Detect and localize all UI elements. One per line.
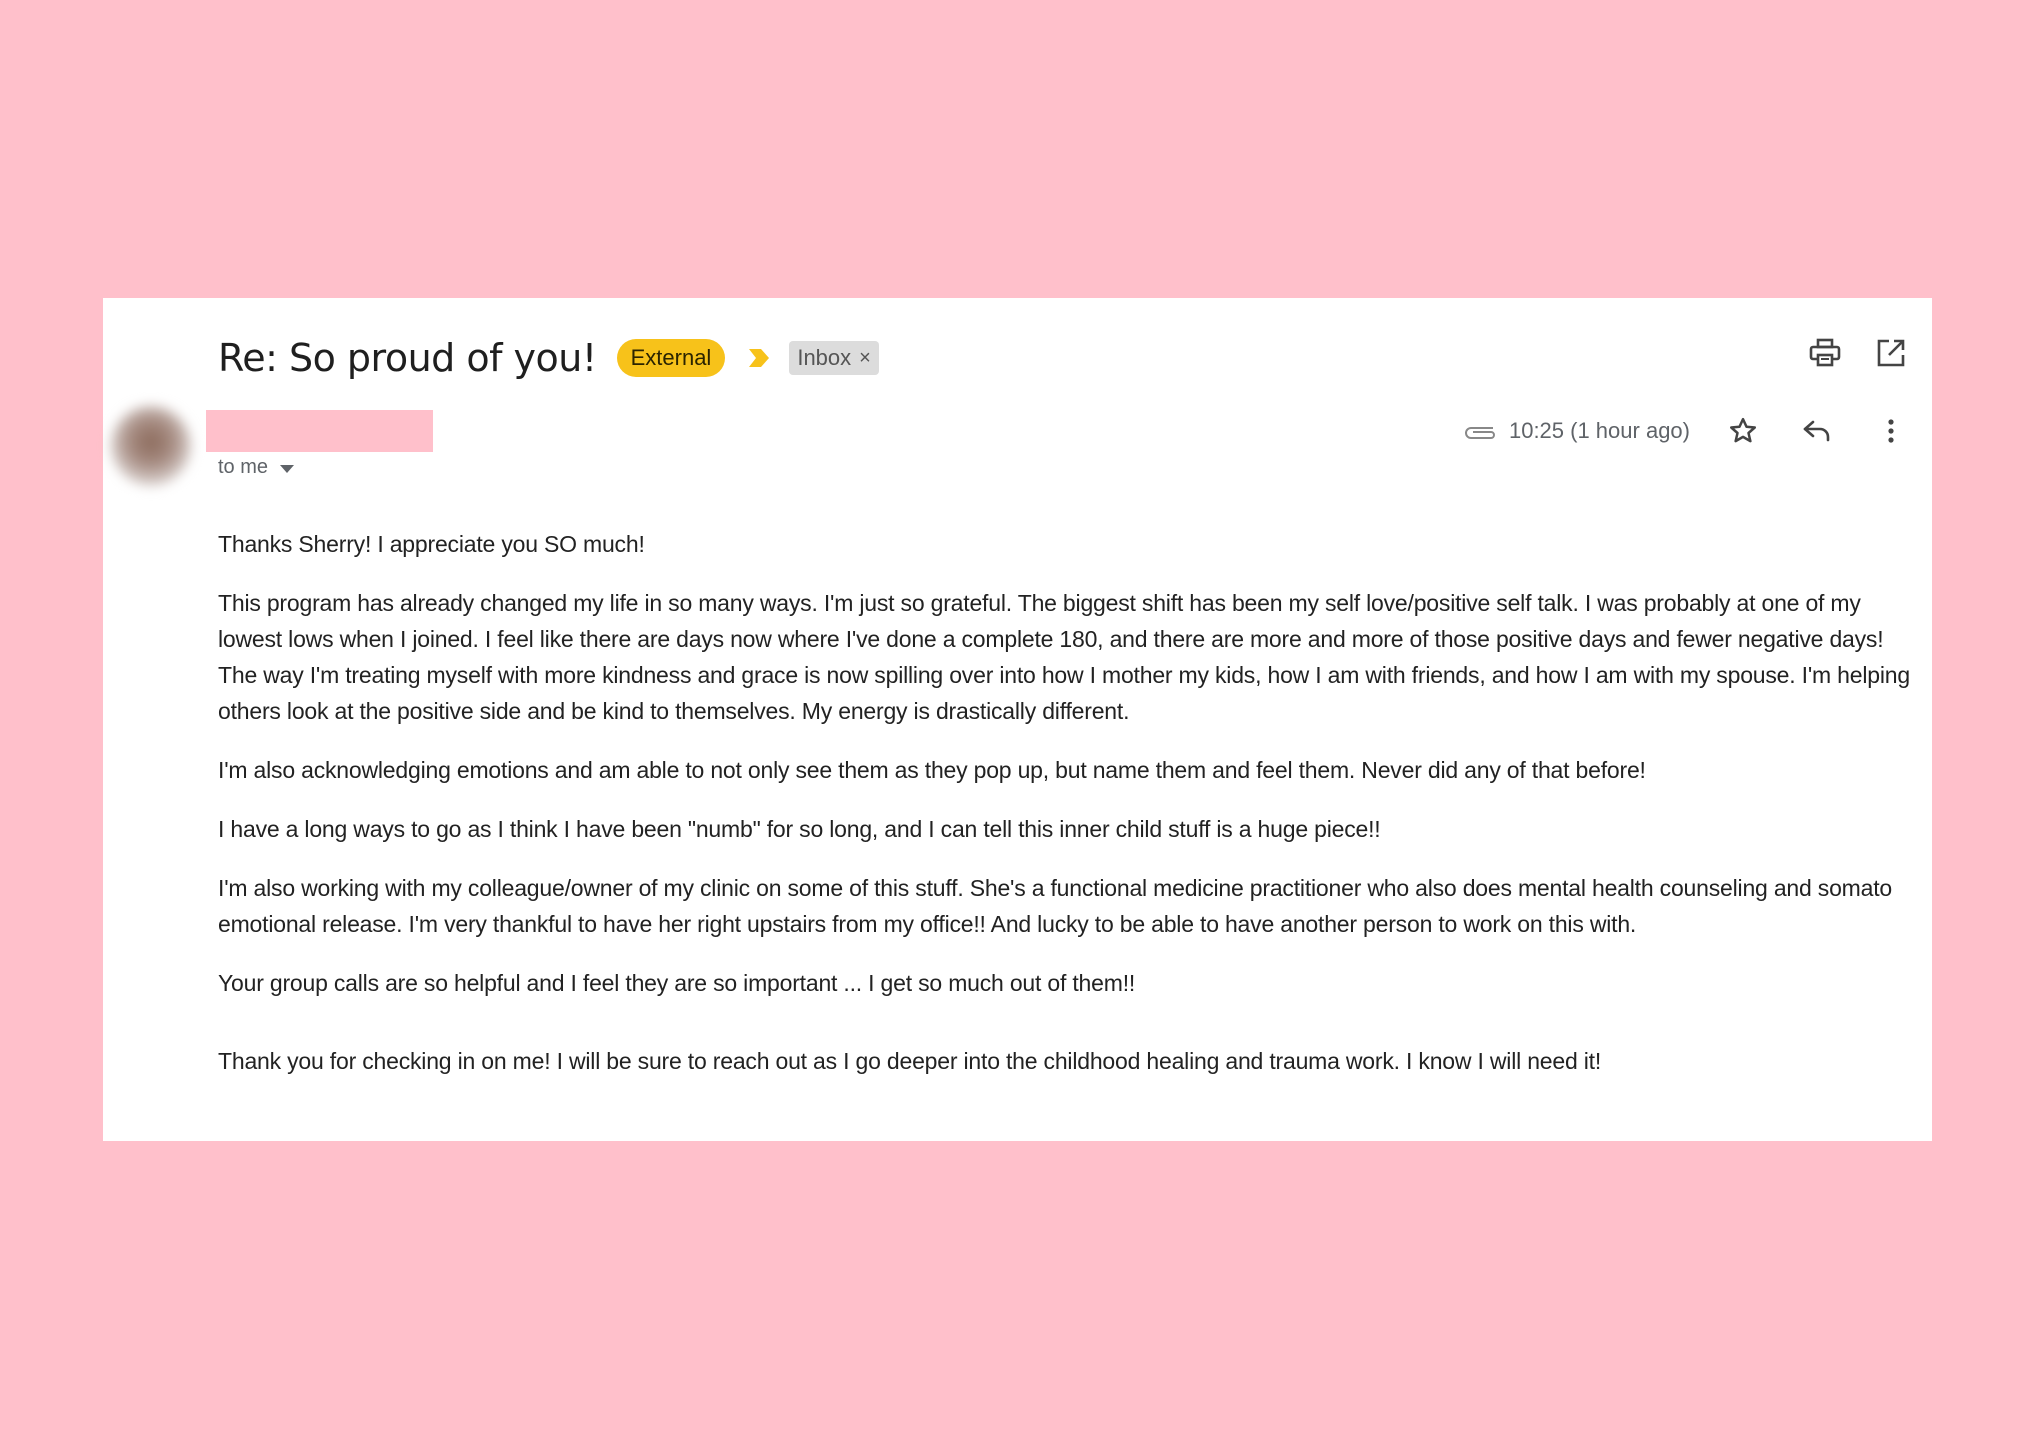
email-subject: Re: So proud of you! [218,336,597,380]
open-in-new-window-icon[interactable] [1874,336,1908,370]
paperclip-icon [1463,421,1497,441]
body-paragraph: I have a long ways to go as I think I ha… [218,816,1381,842]
importance-marker-icon[interactable] [747,347,770,369]
body-paragraph: I'm also working with my colleague/owner… [218,875,1893,937]
message-meta: 10:25 (1 hour ago) [1463,414,1908,448]
header-actions [1808,336,1908,370]
reply-icon[interactable] [1800,414,1834,448]
star-icon[interactable] [1726,414,1760,448]
body-paragraph: Thanks Sherry! I appreciate you SO much! [218,531,645,557]
inbox-label: Inbox × [789,341,879,375]
recipient-details[interactable]: to me [218,456,295,479]
email-card: Re: So proud of you! External Inbox × to… [103,298,1932,1141]
subject-row: Re: So proud of you! External Inbox × [218,328,879,388]
print-icon[interactable] [1808,336,1842,370]
body-paragraph: I'm also acknowledging emotions and am a… [218,757,1646,783]
recipient-text: to me [218,456,269,478]
inbox-label-text: Inbox [797,345,852,370]
message-timestamp: 10:25 (1 hour ago) [1508,418,1690,443]
redacted-sender-name [206,410,433,452]
more-vertical-icon[interactable] [1874,414,1908,448]
body-paragraph: This program has already changed my life… [218,590,1910,724]
chevron-down-icon[interactable] [280,464,295,473]
remove-label-icon[interactable]: × [859,345,871,371]
external-label: External [616,339,726,377]
email-body: Thanks Sherry! I appreciate you SO much!… [218,526,1912,1102]
body-paragraph: Your group calls are so helpful and I fe… [218,970,1136,996]
avatar[interactable] [111,406,191,486]
body-paragraph: Thank you for checking in on me! I will … [218,1048,1602,1074]
